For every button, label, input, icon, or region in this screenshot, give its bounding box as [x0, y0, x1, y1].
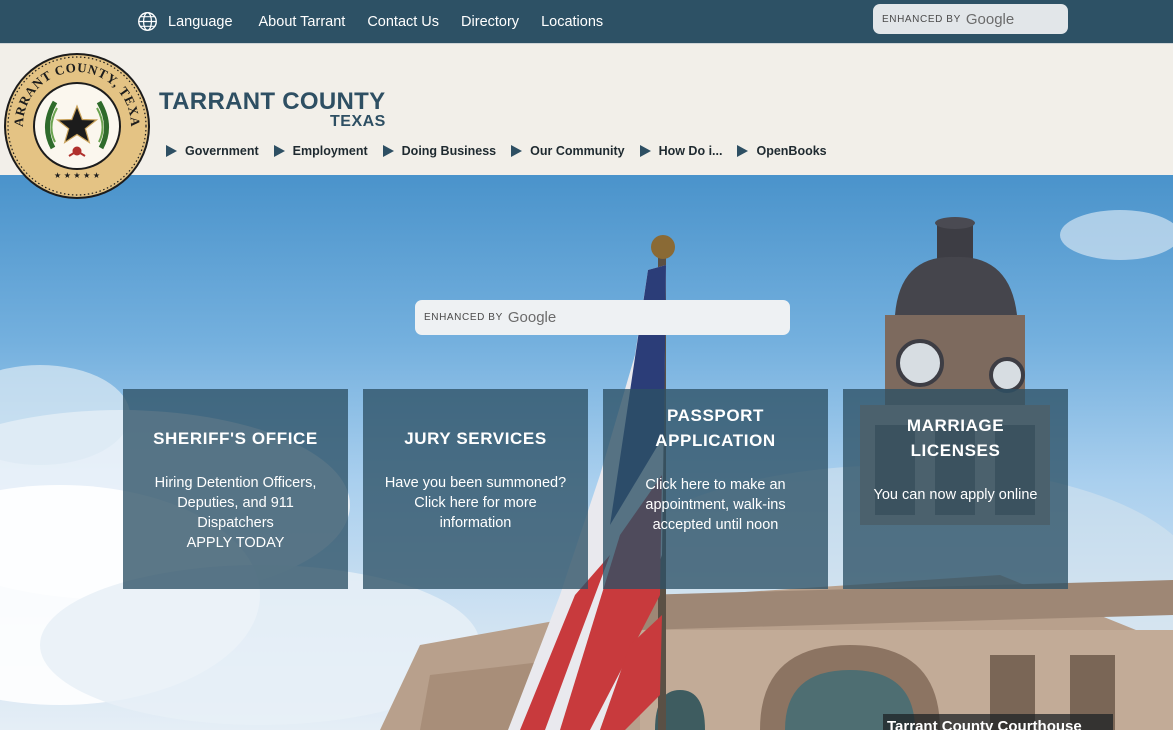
triangle-right-icon	[166, 145, 177, 157]
card-marriage-licenses[interactable]: MARRIAGE LICENSES You can now apply onli…	[843, 389, 1068, 589]
svg-text:★ ★ ★ ★ ★: ★ ★ ★ ★ ★	[54, 171, 100, 180]
nav-item-openbooks[interactable]: OpenBooks	[737, 144, 827, 158]
card-title: PASSPORT APPLICATION	[655, 406, 776, 450]
hero-banner: ENHANCED BY Google SHERIFF'S OFFICE Hiri…	[0, 175, 1173, 730]
card-description: Hiring Detention Officers, Deputies, and…	[143, 473, 328, 553]
triangle-right-icon	[737, 145, 749, 157]
card-title: SHERIFF'S OFFICE	[153, 428, 318, 448]
site-title[interactable]: TARRANT COUNTY	[159, 88, 385, 116]
triangle-right-icon	[273, 145, 285, 157]
nav-item-our-community[interactable]: Our Community	[511, 144, 625, 158]
locations-link[interactable]: Locations	[541, 14, 603, 30]
top-utility-bar: Language About Tarrant Contact Us Direct…	[0, 0, 1173, 43]
nav-label: Government	[185, 144, 259, 158]
hero-search-input[interactable]: ENHANCED BY Google	[415, 300, 790, 335]
county-seal-logo[interactable]: TARRANT COUNTY, TEXAS ★ ★ ★ ★ ★	[3, 52, 151, 200]
nav-item-how-do-i[interactable]: How Do i...	[639, 144, 723, 158]
main-nav: Government Employment Doing Business Our…	[166, 144, 842, 158]
nav-item-employment[interactable]: Employment	[273, 144, 368, 158]
card-description: Have you been summoned? Click here for m…	[384, 474, 567, 531]
nav-item-government[interactable]: Government	[166, 144, 259, 158]
nav-label: Doing Business	[401, 144, 497, 158]
card-description: Click here to make an appointment, walk-…	[645, 477, 786, 533]
directory-link[interactable]: Directory	[461, 14, 519, 30]
nav-label: OpenBooks	[756, 144, 827, 158]
triangle-right-icon	[639, 145, 651, 157]
card-title: MARRIAGE LICENSES	[906, 416, 1005, 460]
site-header: TARRANT COUNTY TEXAS Government Employme…	[0, 43, 1173, 176]
nav-label: Employment	[292, 144, 368, 158]
language-link[interactable]: Language	[168, 14, 233, 30]
nav-item-doing-business[interactable]: Doing Business	[382, 144, 497, 158]
card-sheriffs-office[interactable]: SHERIFF'S OFFICE Hiring Detention Office…	[123, 389, 348, 589]
nav-label: How Do i...	[658, 144, 723, 158]
contact-us-link[interactable]: Contact Us	[367, 14, 439, 30]
enhanced-by-label: ENHANCED BY	[424, 312, 503, 323]
google-logo: Google	[507, 309, 557, 326]
top-nav: Language About Tarrant Contact Us Direct…	[137, 0, 625, 43]
triangle-right-icon	[382, 145, 394, 157]
top-search-input[interactable]: ENHANCED BY Google	[873, 4, 1068, 34]
card-passport-application[interactable]: PASSPORT APPLICATION Click here to make …	[603, 389, 828, 589]
google-logo: Google	[965, 10, 1015, 28]
card-desc-text: Hiring Detention Officers, Deputies, and…	[154, 474, 317, 531]
triangle-right-icon	[511, 145, 523, 157]
card-description: You can now apply online	[873, 487, 1038, 503]
card-title: JURY SERVICES	[404, 428, 547, 448]
site-subtitle: TEXAS	[330, 113, 386, 130]
enhanced-by-label: ENHANCED BY	[882, 13, 961, 25]
card-jury-services[interactable]: JURY SERVICES Have you been summoned? Cl…	[363, 389, 588, 589]
nav-label: Our Community	[530, 144, 625, 158]
about-tarrant-link[interactable]: About Tarrant	[259, 14, 346, 30]
globe-icon[interactable]	[137, 11, 158, 32]
apply-today-text: APPLY TODAY	[186, 534, 285, 551]
image-caption: Tarrant County Courthouse	[883, 714, 1113, 730]
